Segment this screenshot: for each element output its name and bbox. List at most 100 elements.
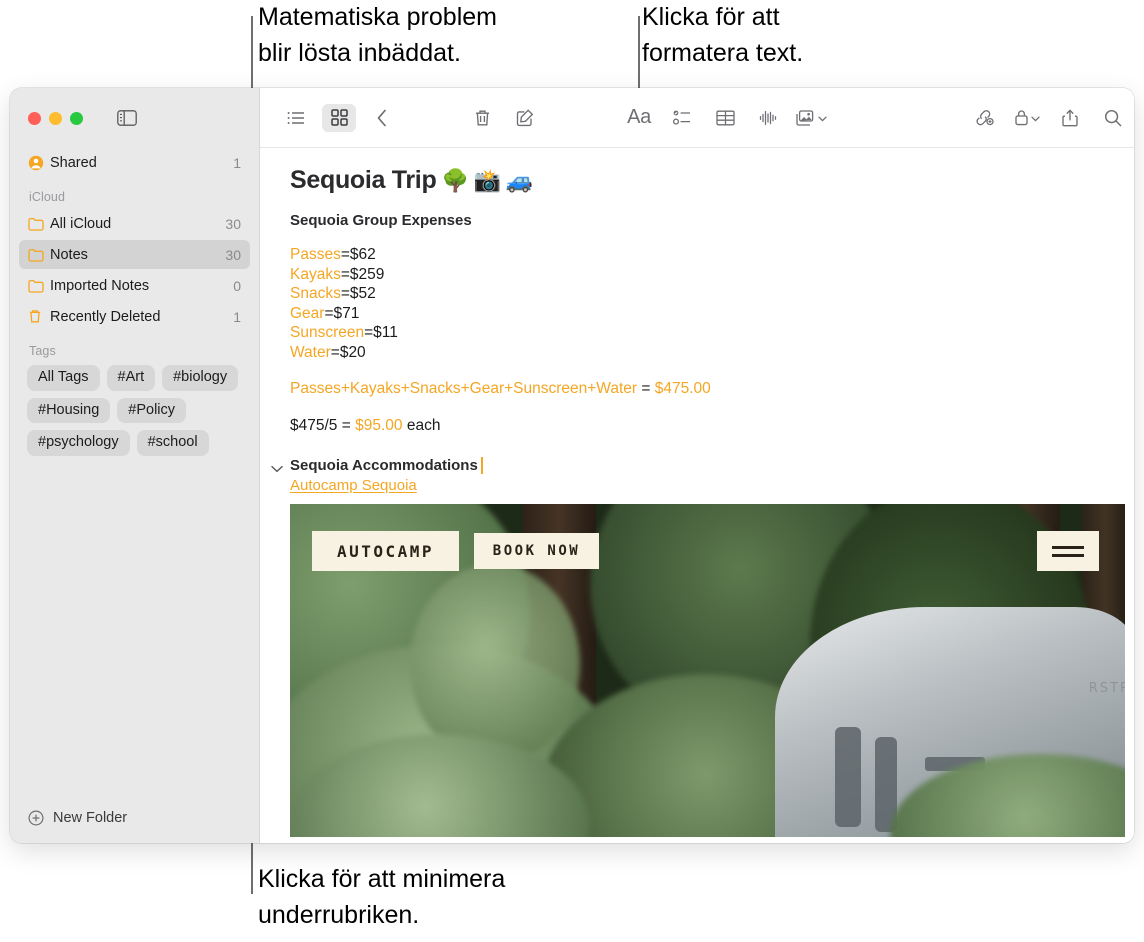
tag-art[interactable]: #Art xyxy=(106,365,156,391)
sum-expression: Passes+Kayaks+Snacks+Gear+Sunscreen+Wate… xyxy=(290,380,638,397)
add-link-icon[interactable] xyxy=(967,104,1001,132)
autocamp-logo-badge[interactable]: AUTOCAMP xyxy=(312,531,459,571)
sidebar-item-label: Imported Notes xyxy=(50,277,150,294)
zoom-button[interactable] xyxy=(70,111,83,125)
tag-biology[interactable]: #biology xyxy=(162,365,239,391)
expense-value: =$20 xyxy=(330,343,366,361)
compose-icon[interactable] xyxy=(508,104,542,132)
gallery-view-icon[interactable] xyxy=(322,103,356,132)
tag-psychology[interactable]: #psychology xyxy=(27,430,130,456)
tag-all-tags[interactable]: All Tags xyxy=(27,365,100,391)
note-attachment-photo[interactable]: RSTR AUTOCAMP BOOK NOW xyxy=(290,504,1125,837)
new-folder-button[interactable]: New Folder xyxy=(10,793,259,843)
list-view-icon[interactable] xyxy=(279,104,313,132)
book-now-badge[interactable]: BOOK NOW xyxy=(474,533,599,569)
text-cursor xyxy=(480,457,483,474)
sidebar-item-label: Notes xyxy=(50,246,88,263)
hamburger-line xyxy=(1052,545,1084,549)
folder-icon xyxy=(28,217,50,231)
table-icon[interactable] xyxy=(708,104,742,132)
division-expression: $475/5 xyxy=(290,417,338,434)
callout-minimize: Klicka för att minimera underrubriken. xyxy=(258,865,506,929)
folder-icon xyxy=(28,279,50,293)
sidebar-item-notes[interactable]: Notes 30 xyxy=(19,240,250,269)
trailer-text: RSTR xyxy=(1088,681,1125,696)
expense-value: =$52 xyxy=(340,285,376,302)
lock-icon[interactable] xyxy=(1010,104,1044,132)
sidebar-item-label: Recently Deleted xyxy=(50,308,161,325)
new-folder-label: New Folder xyxy=(53,810,128,826)
trash-icon xyxy=(28,309,50,324)
sidebar-item-count: 30 xyxy=(225,246,241,263)
division-suffix: each xyxy=(406,417,441,434)
back-chevron-icon[interactable] xyxy=(365,104,399,132)
camera-emoji: 📸 xyxy=(473,167,501,193)
sidebar-item-shared[interactable]: Shared 1 xyxy=(19,148,250,177)
expense-value: =$11 xyxy=(364,324,398,341)
leader-line-minimize-tail xyxy=(251,868,253,894)
sidebar-item-count: 1 xyxy=(233,154,241,171)
callout-math: Matematiska problem blir lösta inbäddat. xyxy=(258,3,497,67)
note-title: Sequoia Trip 🌳 📸 🚙 xyxy=(290,166,1125,195)
tag-school[interactable]: #school xyxy=(136,430,209,456)
sum-result: $475.00 xyxy=(654,380,711,397)
screenshot-stage: Matematiska problem blir lösta inbäddat.… xyxy=(0,0,1144,942)
window-controls xyxy=(10,88,259,148)
expense-row: Water=$20 xyxy=(290,343,1125,363)
sidebar-item-imported-notes[interactable]: Imported Notes 0 xyxy=(19,271,250,300)
sidebar-toggle-icon[interactable] xyxy=(116,110,138,127)
callout-format: Klicka för att formatera text. xyxy=(642,3,804,67)
format-button[interactable]: Aa xyxy=(622,104,656,132)
expense-value: =$62 xyxy=(340,246,376,263)
format-label: Aa xyxy=(627,106,651,128)
expense-value: =$259 xyxy=(340,265,385,283)
sidebar-item-recently-deleted[interactable]: Recently Deleted 1 xyxy=(19,302,250,331)
expense-name: Water xyxy=(290,343,331,361)
section-header-tags: Tags xyxy=(29,344,56,358)
sidebar-item-all-icloud[interactable]: All iCloud 30 xyxy=(19,209,250,238)
sidebar-item-label: All iCloud xyxy=(50,215,112,232)
minimize-button[interactable] xyxy=(49,111,62,125)
expense-name: Snacks xyxy=(290,285,341,302)
expense-value: =$71 xyxy=(324,304,360,322)
expense-row: Snacks=$52 xyxy=(290,284,1125,304)
notes-window: Shared 1 iCloud All iCloud 30 Notes 30 I… xyxy=(10,88,1134,843)
sidebar: Shared 1 iCloud All iCloud 30 Notes 30 I… xyxy=(10,88,259,843)
toolbar: Aa xyxy=(260,88,1134,148)
close-button[interactable] xyxy=(28,111,41,125)
autocamp-sequoia-link[interactable]: Autocamp Sequoia xyxy=(290,477,417,494)
media-icon[interactable] xyxy=(794,104,828,132)
audio-waveform-icon[interactable] xyxy=(751,104,785,132)
sidebar-item-label: Shared xyxy=(50,154,97,171)
note-subtitle: Sequoia Group Expenses xyxy=(290,212,472,229)
sidebar-item-count: 30 xyxy=(225,215,241,232)
tag-policy[interactable]: #Policy xyxy=(117,397,187,423)
chevron-down-icon[interactable] xyxy=(271,460,283,473)
tree-emoji: 🌳 xyxy=(441,167,469,193)
accommodations-heading: Sequoia Accommodations xyxy=(290,457,478,474)
sum-line: Passes+Kayaks+Snacks+Gear+Sunscreen+Wate… xyxy=(290,380,1125,398)
division-equals: = xyxy=(341,417,351,434)
expense-row: Gear=$71 xyxy=(290,304,1125,324)
section-header-icloud: iCloud xyxy=(29,190,66,204)
car-emoji: 🚙 xyxy=(505,167,533,193)
expense-name: Gear xyxy=(290,304,325,322)
sidebar-scroll: Shared 1 iCloud All iCloud 30 Notes 30 I… xyxy=(10,148,259,793)
sidebar-item-count: 0 xyxy=(233,277,241,294)
expense-row: Passes=$62 xyxy=(290,245,1125,265)
trash-icon[interactable] xyxy=(465,104,499,132)
chevron-down-icon xyxy=(1031,109,1040,127)
expense-name: Kayaks xyxy=(290,265,341,283)
expense-row: Kayaks=$259 xyxy=(290,265,1125,285)
hamburger-menu-icon[interactable] xyxy=(1037,531,1099,571)
expense-name: Sunscreen xyxy=(290,324,365,341)
search-icon[interactable] xyxy=(1096,104,1130,132)
note-content[interactable]: Sequoia Trip 🌳 📸 🚙 Sequoia Group Expense… xyxy=(260,148,1134,843)
share-icon[interactable] xyxy=(1053,104,1087,132)
checklist-icon[interactable] xyxy=(665,104,699,132)
expense-name: Passes xyxy=(290,246,341,263)
note-title-text: Sequoia Trip xyxy=(290,166,437,194)
tag-housing[interactable]: #Housing xyxy=(27,397,111,423)
sidebar-item-count: 1 xyxy=(233,308,241,325)
division-line: $475/5 = $95.00 each xyxy=(290,417,1125,435)
